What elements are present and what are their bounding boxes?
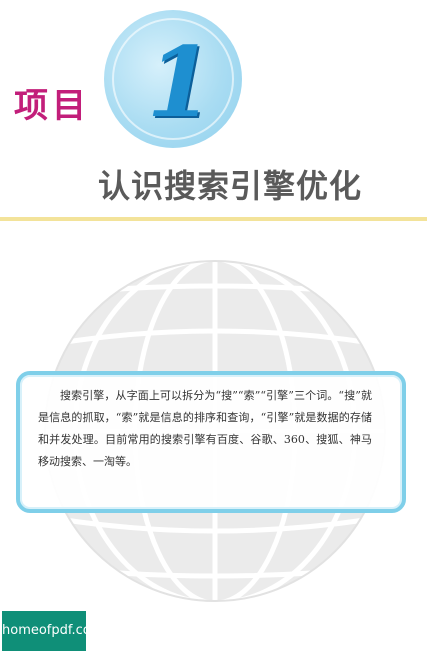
intro-paragraph: 搜索引擎，从字面上可以拆分为“搜”“索”“引擎”三个词。“搜”就是信息的抓取，“…: [38, 389, 372, 468]
chapter-title: 认识搜索引擎优化: [98, 167, 363, 205]
title-underline: [0, 217, 427, 221]
watermark-badge: homeofpdf.com: [2, 611, 103, 651]
chapter-label: 项目: [14, 86, 90, 126]
chapter-number: 1: [146, 26, 214, 139]
